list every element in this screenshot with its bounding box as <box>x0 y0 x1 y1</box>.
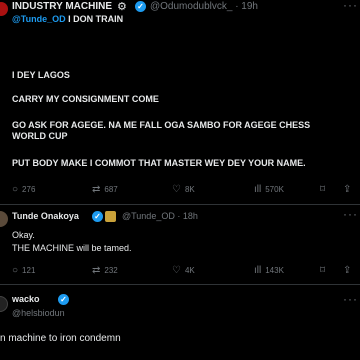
more-icon[interactable]: ··· <box>343 207 358 221</box>
tweet-1-first-line: @Tunde_OD I DON TRAIN <box>12 14 123 24</box>
heart-icon: ♡ <box>172 184 181 195</box>
gear-emoji-icon: ⚙ <box>117 1 127 13</box>
more-icon[interactable]: ··· <box>343 292 358 306</box>
views-icon: ıll <box>254 184 262 195</box>
repost-icon: ⇄ <box>92 184 101 195</box>
like-count: 8K <box>184 185 195 194</box>
affiliate-badge-icon <box>105 211 116 222</box>
author-handle-time[interactable]: @Odumodublvck_ · 19h <box>150 1 258 12</box>
more-icon[interactable]: ··· <box>343 0 358 12</box>
views-count: 570K <box>265 185 284 194</box>
author-handle-time[interactable]: @Tunde_OD · 18h <box>122 211 198 221</box>
reply-count: 276 <box>22 185 36 194</box>
verified-badge-icon: ✓ <box>135 1 146 12</box>
like-button[interactable]: ♡ 8K <box>172 184 195 195</box>
tweet-2-line: THE MACHINE will be tamed. <box>12 243 132 253</box>
tweet-1-header: INDUSTRY MACHINE ⚙ ✓ @Odumodublvck_ · 19… <box>0 0 360 38</box>
views-button[interactable]: ıll 143K <box>254 265 284 276</box>
repost-count: 687 <box>104 185 118 194</box>
views-count: 143K <box>265 266 284 275</box>
author-name[interactable]: INDUSTRY MACHINE <box>12 1 112 12</box>
like-button[interactable]: ♡ 4K <box>172 265 195 276</box>
repost-count: 232 <box>104 266 118 275</box>
reply-button[interactable]: ○ 276 <box>12 184 35 195</box>
avatar[interactable] <box>0 211 8 227</box>
mention-link[interactable]: @Tunde_OD <box>12 14 66 24</box>
reply-icon: ○ <box>12 184 19 195</box>
views-icon: ıll <box>254 265 262 276</box>
views-button[interactable]: ıll 570K <box>254 184 284 195</box>
repost-button[interactable]: ⇄ 232 <box>92 265 118 276</box>
divider <box>0 204 360 205</box>
author-name[interactable]: Tunde Onakoya <box>12 211 79 221</box>
divider <box>0 284 360 285</box>
verified-badge-icon: ✓ <box>58 294 69 305</box>
share-button[interactable]: ⇪ <box>343 265 355 276</box>
bookmark-icon: ⌑ <box>320 265 326 276</box>
like-count: 4K <box>184 266 195 275</box>
tweet-1-paragraph: CARRY MY CONSIGNMENT COME <box>12 94 159 104</box>
verified-badge-icon: ✓ <box>92 211 103 222</box>
reply-count: 121 <box>22 266 36 275</box>
tweet-1-actions: ○ 276 ⇄ 687 ♡ 8K ıll 570K ⌑ ⇪ <box>0 184 360 198</box>
repost-button[interactable]: ⇄ 687 <box>92 184 118 195</box>
tweet-1-paragraph: I DEY LAGOS <box>12 70 70 80</box>
heart-icon: ♡ <box>172 265 181 276</box>
tweet-1-paragraph: PUT BODY MAKE I COMMOT THAT MASTER WEY D… <box>12 158 306 168</box>
tweet-2-line: Okay. <box>12 230 35 240</box>
tweet-2-actions: ○ 121 ⇄ 232 ♡ 4K ıll 143K ⌑ ⇪ <box>0 265 360 279</box>
share-icon: ⇪ <box>343 265 352 276</box>
tweet-3-text: n machine to iron condemn <box>0 333 121 344</box>
bookmark-button[interactable]: ⌑ <box>320 184 329 195</box>
share-icon: ⇪ <box>343 184 352 195</box>
avatar[interactable] <box>0 296 8 312</box>
repost-icon: ⇄ <box>92 265 101 276</box>
reply-icon: ○ <box>12 265 19 276</box>
author-handle[interactable]: @helsbiodun <box>12 308 65 318</box>
share-button[interactable]: ⇪ <box>343 184 355 195</box>
tweet-1-paragraph: GO ASK FOR AGEGE. NA ME FALL OGA SAMBO F… <box>12 120 311 141</box>
reply-button[interactable]: ○ 121 <box>12 265 35 276</box>
avatar[interactable] <box>0 2 8 16</box>
bookmark-button[interactable]: ⌑ <box>320 265 329 276</box>
author-name[interactable]: wacko <box>12 294 40 304</box>
bookmark-icon: ⌑ <box>320 184 326 195</box>
first-line-text: I DON TRAIN <box>65 14 124 24</box>
